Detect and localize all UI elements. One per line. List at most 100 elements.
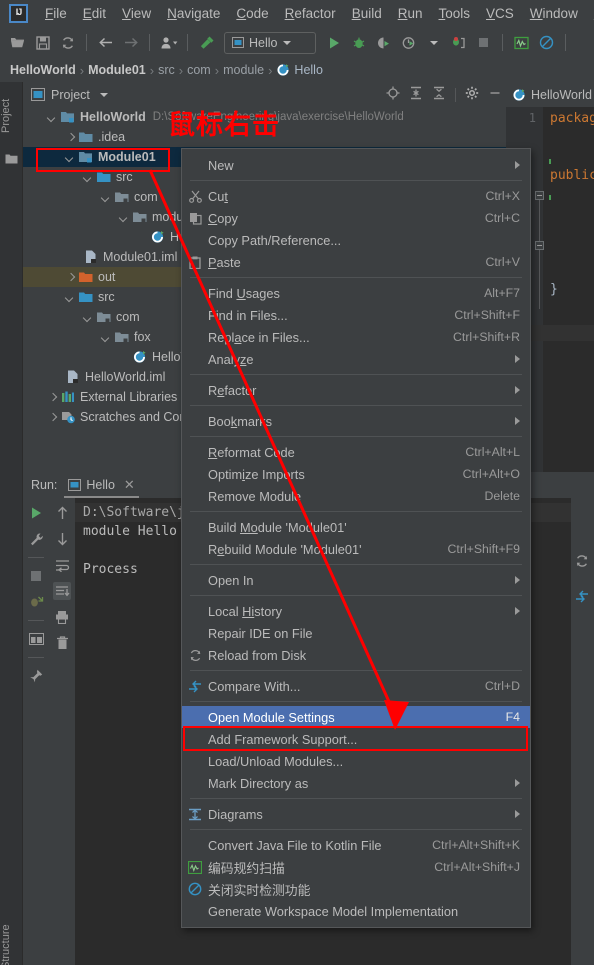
menu-file[interactable]: File [37,3,75,24]
menu-item-analyze[interactable]: Analyze [182,348,530,370]
menu-item-add-framework-support[interactable]: Add Framework Support... [182,728,530,750]
profiler-icon[interactable] [397,31,420,54]
menu-item-optimize-imports[interactable]: Optimize Imports Ctrl+Alt+O [182,463,530,485]
soft-wrap-icon[interactable] [53,556,71,574]
breadcrumb-item-1[interactable]: Module01 [88,63,146,77]
menu-run[interactable]: Run [390,3,431,24]
chevron-right-icon[interactable] [47,392,58,403]
chevron-right-icon[interactable] [47,412,58,423]
strip-label-project[interactable]: Project [0,86,23,146]
chevron-down-icon[interactable] [65,292,76,303]
rerun-icon[interactable] [27,504,45,522]
activity-monitor-icon[interactable] [510,31,533,54]
layout-icon[interactable] [27,630,45,648]
breadcrumb-item-3[interactable]: com [187,63,211,77]
chevron-down-icon[interactable] [83,172,94,183]
run-with-coverage-icon[interactable] [372,31,395,54]
menu-window[interactable]: Window [522,3,586,24]
breadcrumb-item-0[interactable]: HelloWorld [10,63,76,77]
chevron-down-icon[interactable] [282,40,291,45]
profiler-dropdown-icon[interactable] [422,31,445,54]
project-folder-icon[interactable] [5,152,18,165]
chevron-down-icon[interactable] [119,212,130,223]
menu-view[interactable]: View [114,3,159,24]
menu-item-new[interactable]: New [182,154,530,176]
sync-icon[interactable] [575,554,589,573]
wrench-settings-icon[interactable] [27,530,45,548]
expand-all-icon[interactable] [409,86,423,103]
chevron-down-icon[interactable] [101,332,112,343]
minimize-icon[interactable] [488,86,502,103]
menu-item-repair-ide-on-file[interactable]: Repair IDE on File [182,622,530,644]
menu-item-convert-java-to-kotlin[interactable]: Convert Java File to Kotlin File Ctrl+Al… [182,834,530,856]
menu-tools[interactable]: Tools [431,3,479,24]
save-icon[interactable] [31,31,54,54]
menu-item-generate-workspace-model[interactable]: Generate Workspace Model Implementation [182,900,530,922]
scroll-up-icon[interactable] [53,504,71,522]
menu-code[interactable]: Code [228,3,276,24]
fold-marker-icon-2[interactable] [535,241,544,250]
chevron-down-icon[interactable] [99,92,108,97]
menu-item-copy-path-reference[interactable]: Copy Path/Reference... [182,229,530,251]
menu-item-refactor[interactable]: Refactor [182,379,530,401]
run-configuration-selector[interactable]: Hello [224,31,316,54]
menu-item-cut[interactable]: Cut Ctrl+X [182,185,530,207]
tree-item-idea[interactable]: .idea [23,127,506,147]
close-icon[interactable]: ✕ [124,477,135,493]
chevron-down-icon[interactable] [47,112,58,123]
chevron-right-icon[interactable] [65,132,76,143]
breadcrumb-item-5[interactable]: Hello [294,63,323,77]
open-folder-icon[interactable] [6,31,29,54]
print-icon[interactable] [53,608,71,626]
arrow-left-icon[interactable] [94,31,117,54]
menu-help[interactable]: Help [586,3,594,24]
strip-label-structure[interactable]: Structure [0,917,23,965]
sync-icon[interactable] [56,31,79,54]
menu-item-mark-directory-as[interactable]: Mark Directory as [182,772,530,794]
settings-gear-icon[interactable] [465,86,479,103]
menu-item-code-convention-scan[interactable]: 编码规约扫描 Ctrl+Alt+Shift+J [182,856,530,878]
run-gutter-marker[interactable] [549,159,551,164]
chevron-right-icon[interactable] [65,272,76,283]
menu-item-reload-from-disk[interactable]: Reload from Disk [182,644,530,666]
menu-item-bookmarks[interactable]: Bookmarks [182,410,530,432]
collapse-all-icon[interactable] [432,86,446,103]
run-tab-hello[interactable]: Hello ✕ [64,472,140,498]
menu-item-local-history[interactable]: Local History [182,600,530,622]
tree-item-helloworld[interactable]: HelloWorld D:\SoftwareEngineering\java\e… [23,107,506,127]
attach-debugger-icon[interactable] [447,31,470,54]
breadcrumb-item-4[interactable]: module [223,63,264,77]
scroll-down-icon[interactable] [53,530,71,548]
menu-build[interactable]: Build [344,3,390,24]
trash-icon[interactable] [53,634,71,652]
chevron-down-icon[interactable] [83,312,94,323]
disable-inspections-icon[interactable] [535,31,558,54]
menu-refactor[interactable]: Refactor [277,3,344,24]
menu-edit[interactable]: Edit [75,3,114,24]
menu-item-remove-module[interactable]: Remove Module Delete [182,485,530,507]
run-icon[interactable] [322,31,345,54]
menu-item-diagrams[interactable]: Diagrams [182,803,530,825]
menu-item-find-in-files[interactable]: Find in Files... Ctrl+Shift+F [182,304,530,326]
menu-item-disable-realtime-inspection[interactable]: 关闭实时检测功能 [182,878,530,900]
run-gutter-marker-2[interactable] [549,195,551,200]
debug-icon[interactable] [347,31,370,54]
scroll-to-end-icon[interactable] [53,582,71,600]
chevron-down-icon[interactable] [65,152,76,163]
chevron-down-icon[interactable] [101,192,112,203]
debug-attach-icon[interactable] [27,593,45,611]
hammer-icon[interactable] [195,31,218,54]
pin-icon[interactable] [27,667,45,685]
menu-item-replace-in-files[interactable]: Replace in Files... Ctrl+Shift+R [182,326,530,348]
user-profile-icon[interactable] [157,31,180,54]
menu-vcs[interactable]: VCS [478,3,522,24]
menu-item-copy[interactable]: Copy Ctrl+C [182,207,530,229]
locate-icon[interactable] [386,86,400,103]
menu-item-load-unload-modules[interactable]: Load/Unload Modules... [182,750,530,772]
fold-marker-icon[interactable] [535,191,544,200]
menu-item-open-in[interactable]: Open In [182,569,530,591]
menu-item-open-module-settings[interactable]: Open Module Settings F4 [182,706,530,728]
breadcrumb-item-2[interactable]: src [158,63,175,77]
menu-item-find-usages[interactable]: Find Usages Alt+F7 [182,282,530,304]
menu-item-paste[interactable]: Paste Ctrl+V [182,251,530,273]
